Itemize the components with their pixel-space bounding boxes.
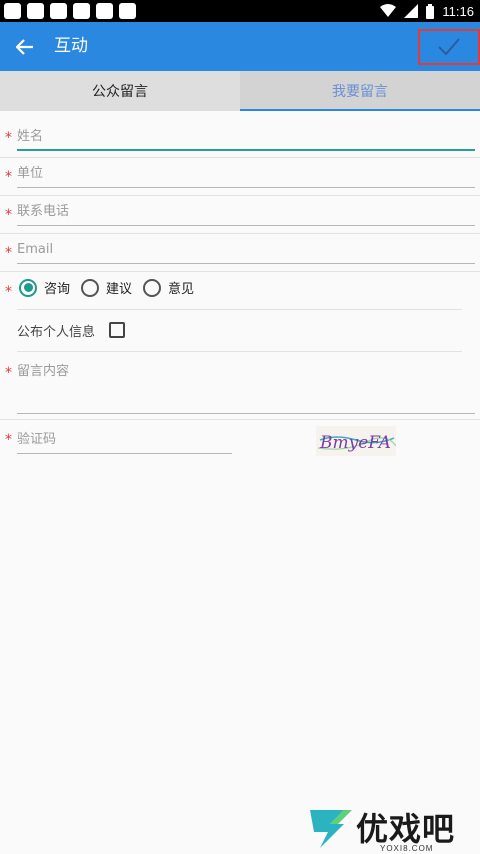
wifi-icon <box>380 4 397 17</box>
page-title: 互动 <box>54 36 88 56</box>
unit-input[interactable]: 单位 <box>17 162 475 188</box>
required-mark: * <box>5 284 12 300</box>
captcha-input[interactable]: 验证码 <box>17 428 232 454</box>
notification-icon <box>119 3 136 19</box>
phone-placeholder: 联系电话 <box>17 204 70 219</box>
name-row: * 姓名 <box>0 111 480 158</box>
radio-opinion-label: 意见 <box>168 282 195 297</box>
status-time: 11:16 <box>442 3 474 19</box>
notification-icon <box>27 3 44 19</box>
radio-suggest-label: 建议 <box>106 282 133 297</box>
checkmark-icon <box>438 38 460 56</box>
publish-info-checkbox[interactable] <box>109 322 126 338</box>
signal-icon <box>404 4 419 18</box>
content-row: * 留言内容 <box>0 352 480 420</box>
back-button[interactable] <box>12 34 38 60</box>
unit-row: * 单位 <box>0 158 480 196</box>
watermark-logo: 优戏吧 YOXI8.COM <box>296 800 480 854</box>
type-row: * 咨询 建议 意见 <box>0 272 480 310</box>
tab-leave-message[interactable]: 我要留言 <box>240 71 480 111</box>
required-mark: * <box>5 365 12 381</box>
battery-icon <box>426 3 435 19</box>
email-placeholder: Email <box>17 242 54 257</box>
email-row: * Email <box>0 234 480 272</box>
captcha-text: BmyeFA <box>319 433 391 453</box>
watermark-domain: YOXI8.COM <box>380 844 434 853</box>
notification-icon <box>96 3 113 19</box>
name-input[interactable]: 姓名 <box>17 125 475 151</box>
captcha-image[interactable]: BmyeFA <box>316 426 397 456</box>
name-placeholder: 姓名 <box>17 129 44 144</box>
unit-placeholder: 单位 <box>17 166 44 181</box>
required-mark: * <box>5 207 12 223</box>
required-mark: * <box>5 169 12 185</box>
radio-consult-label: 咨询 <box>44 282 71 297</box>
email-input[interactable]: Email <box>17 238 475 264</box>
required-mark: * <box>5 245 12 261</box>
submit-button[interactable] <box>418 29 480 65</box>
tab-public-messages[interactable]: 公众留言 <box>0 71 240 111</box>
content-input[interactable]: 留言内容 <box>17 360 475 414</box>
notification-icon <box>50 3 67 19</box>
captcha-graphic: BmyeFA <box>317 433 397 453</box>
content-placeholder: 留言内容 <box>17 364 70 379</box>
radio-consult[interactable] <box>19 278 37 297</box>
message-type-group: 咨询 建议 意见 <box>19 278 198 297</box>
status-bar: 11:16 <box>0 0 480 22</box>
phone-input[interactable]: 联系电话 <box>17 200 475 226</box>
captcha-placeholder: 验证码 <box>17 432 57 447</box>
notification-icon <box>73 3 90 19</box>
required-mark: * <box>5 130 12 146</box>
notification-icon <box>4 3 21 19</box>
brand-logo-icon <box>310 810 352 848</box>
radio-suggest[interactable] <box>81 278 100 297</box>
phone-row: * 联系电话 <box>0 196 480 234</box>
captcha-row: * 验证码 BmyeFA <box>0 420 480 462</box>
app-bar: 互动 <box>0 22 480 71</box>
tab-bar: 公众留言 我要留言 <box>0 71 480 111</box>
publish-row: 公布个人信息 <box>0 310 480 352</box>
required-mark: * <box>5 432 12 448</box>
arrow-left-icon <box>16 39 33 55</box>
notification-icons <box>4 3 136 19</box>
message-form: * 姓名 * 单位 * 联系电话 * Email * 咨询 建议 意见 公布个人… <box>0 111 480 462</box>
radio-opinion[interactable] <box>143 278 162 297</box>
publish-info-label: 公布个人信息 <box>17 324 96 340</box>
publish-info-toggle: 公布个人信息 <box>17 310 126 350</box>
